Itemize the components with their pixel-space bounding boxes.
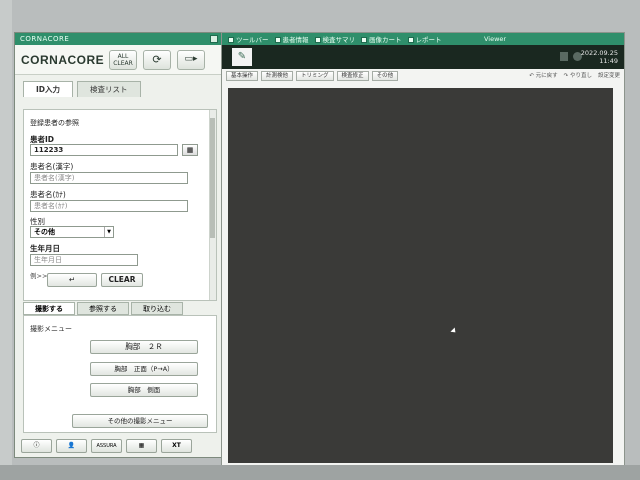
panel-title: CORNACORE — [20, 35, 70, 43]
assura-button[interactable]: ASSURA — [91, 439, 122, 453]
viewer-titlebar: ツールバー 患者情報 検査サマリ 画像カート レポート Viewer — [222, 33, 624, 45]
toggle-report[interactable]: レポート — [407, 34, 442, 44]
other-menu-button[interactable]: その他の撮影メニュー — [72, 414, 208, 428]
panel-header: CORNACORE ALL CLEAR ⟳ ▭▸ — [15, 45, 221, 75]
enter-button[interactable]: ↵ — [47, 273, 97, 287]
tab-import[interactable]: 取り込む — [131, 302, 183, 315]
toggle-toolbar[interactable]: ツールバー — [228, 34, 269, 44]
tool-exam-fix[interactable]: 検査修正 — [336, 71, 369, 81]
name-kanji-input[interactable]: 患者名(漢字) — [30, 172, 188, 184]
capture-menu: 撮影メニュー 胸部 ２Ｒ 胸部 正面（P→A） 胸部 側面 その他の撮影メニュー — [23, 315, 217, 433]
undo-button[interactable]: ↶ 元に戻す — [529, 71, 557, 79]
settings-button[interactable]: 設定変更 — [598, 71, 620, 79]
mode-tabs: 撮影する 参照する 取り込む — [23, 302, 183, 315]
tools-icon[interactable]: XT — [161, 439, 192, 453]
grid-icon[interactable]: ▦ — [126, 439, 157, 453]
name-kana-input[interactable]: 患者名(ｶﾅ) — [30, 200, 188, 212]
menu-item[interactable]: 胸部 ２Ｒ — [90, 340, 198, 354]
tool-basic[interactable]: 基本操作 — [226, 71, 259, 81]
name-kana-label: 患者名(ｶﾅ) — [30, 190, 66, 199]
tool-measure[interactable]: 計測検他 — [261, 71, 294, 81]
sex-select[interactable]: その他 ▼ — [30, 226, 114, 238]
viewer-toolbar: 基本操作 計測検他 トリミング 検査修正 その他 ↶ 元に戻す ↷ やり直し 設… — [222, 69, 624, 83]
time-text: 11:49 — [599, 57, 618, 65]
menu-item[interactable]: 胸部 側面 — [90, 383, 198, 397]
birth-label: 生年月日 — [30, 244, 60, 253]
image-area[interactable] — [228, 88, 613, 463]
patient-panel: CORNACORE CORNACORE ALL CLEAR ⟳ ▭▸ ID入力 … — [14, 32, 222, 458]
all-clear-button[interactable]: ALL CLEAR — [109, 49, 137, 70]
section-title: 登録患者の参照 — [30, 119, 79, 127]
form-actions: ↵ CLEAR — [47, 273, 143, 287]
mouse-cursor — [450, 327, 458, 335]
desk-surface — [0, 465, 640, 480]
redo-button[interactable]: ↷ やり直し — [564, 71, 592, 79]
clear-button[interactable]: CLEAR — [101, 273, 143, 287]
toggle-exam-summary[interactable]: 検査サマリ — [314, 34, 355, 44]
tool-trimming[interactable]: トリミング — [296, 71, 334, 81]
date-text: 2022.09.25 — [580, 49, 618, 57]
sex-value: その他 — [34, 228, 55, 236]
refresh-icon[interactable]: ⟳ — [143, 49, 171, 70]
menu-title: 撮影メニュー — [30, 325, 72, 333]
menu-item[interactable]: 胸部 正面（P→A） — [90, 362, 198, 376]
toggle-image-cart[interactable]: 画像カート — [361, 34, 402, 44]
datetime: 2022.09.25 11:49 — [581, 49, 618, 65]
close-icon[interactable] — [210, 35, 218, 43]
chevron-down-icon: ▼ — [104, 227, 113, 237]
monitor-bezel — [0, 0, 12, 480]
tool-other[interactable]: その他 — [371, 71, 399, 81]
birth-input[interactable]: 生年月日 — [30, 254, 138, 266]
monitor-switch-icon[interactable]: ▭▸ — [177, 49, 205, 70]
input-tabs: ID入力 検査リスト — [15, 75, 221, 97]
user-icon[interactable]: 👤 — [56, 439, 87, 453]
tab-exam-list[interactable]: 検査リスト — [77, 81, 141, 97]
pen-icon[interactable]: ✎ — [232, 48, 252, 66]
document-icon[interactable] — [560, 52, 568, 61]
keypad-icon[interactable]: ▦ — [182, 144, 198, 156]
viewer-window: ツールバー 患者情報 検査サマリ 画像カート レポート Viewer ✎ 202… — [221, 32, 625, 468]
panel-footer: ⓘ 👤 ASSURA ▦ XT — [21, 439, 192, 453]
info-icon[interactable]: ⓘ — [21, 439, 52, 453]
form-scrollbar[interactable] — [209, 110, 216, 300]
tab-capture[interactable]: 撮影する — [23, 302, 75, 315]
tab-reference[interactable]: 参照する — [77, 302, 129, 315]
patient-id-input[interactable]: 112233 — [30, 144, 178, 156]
logo: CORNACORE — [21, 52, 105, 67]
viewer-actions: ↶ 元に戻す ↷ やり直し 設定変更 — [529, 71, 620, 79]
viewer-title: Viewer — [484, 35, 507, 43]
tab-id-input[interactable]: ID入力 — [23, 81, 74, 97]
name-kanji-label: 患者名(漢字) — [30, 162, 74, 171]
toggle-patient-info[interactable]: 患者情報 — [274, 34, 309, 44]
panel-titlebar: CORNACORE — [15, 33, 221, 45]
viewer-header: ✎ 2022.09.25 11:49 — [222, 45, 624, 69]
